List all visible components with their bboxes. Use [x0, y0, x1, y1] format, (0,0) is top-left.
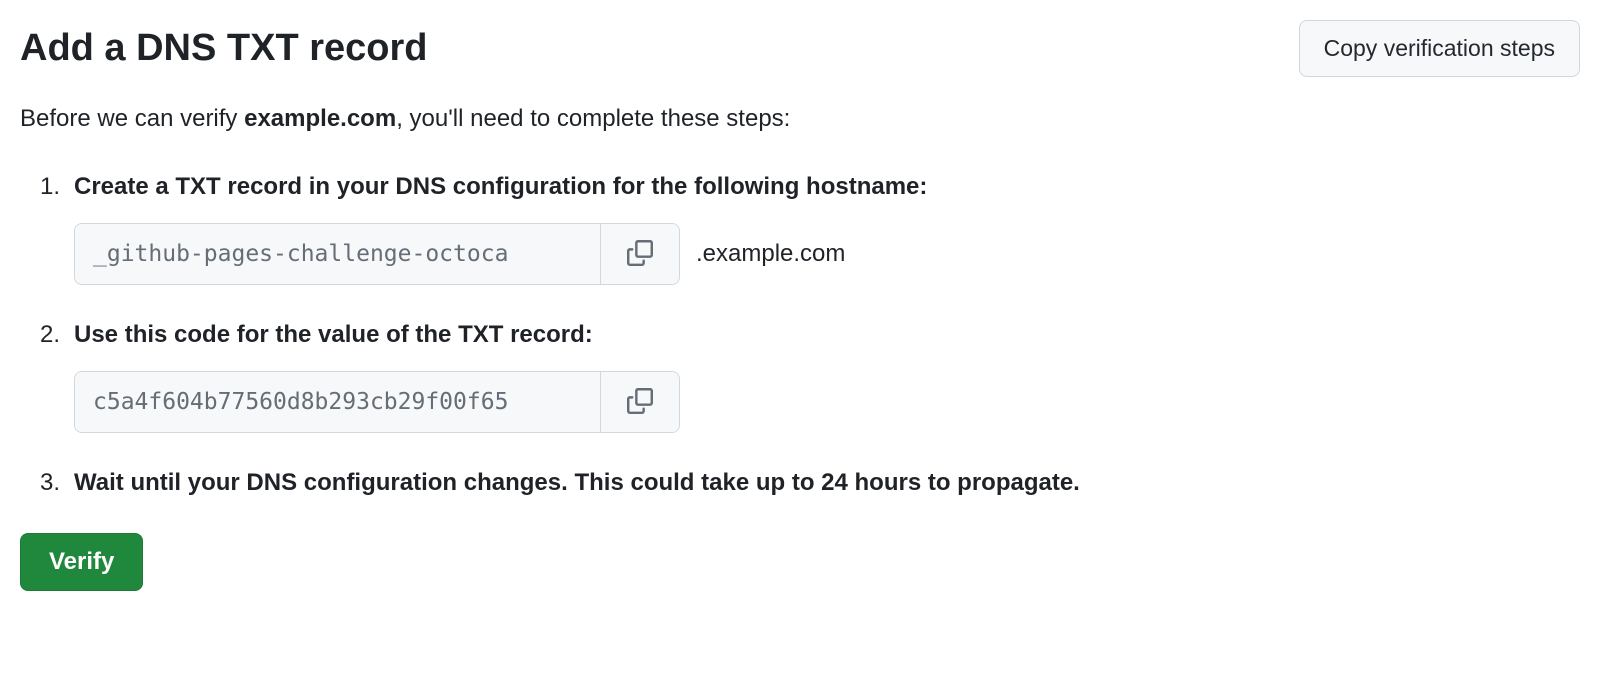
- step-3-heading: Wait until your DNS configuration change…: [74, 469, 1580, 497]
- copy-txt-code-button[interactable]: [600, 372, 679, 432]
- intro-before: Before we can verify: [20, 105, 244, 132]
- page-title: Add a DNS TXT record: [20, 27, 428, 70]
- intro-text: Before we can verify example.com, you'll…: [20, 105, 1580, 133]
- step-1: Create a TXT record in your DNS configur…: [40, 173, 1580, 285]
- hostname-input[interactable]: [75, 224, 600, 284]
- intro-domain: example.com: [244, 105, 396, 132]
- step-2: Use this code for the value of the TXT r…: [40, 321, 1580, 433]
- copy-icon: [627, 388, 653, 417]
- step-1-heading: Create a TXT record in your DNS configur…: [74, 173, 1580, 201]
- copy-hostname-button[interactable]: [600, 224, 679, 284]
- verify-button[interactable]: Verify: [20, 533, 143, 591]
- step-3: Wait until your DNS configuration change…: [40, 469, 1580, 497]
- step-2-heading: Use this code for the value of the TXT r…: [74, 321, 1580, 349]
- txt-code-input[interactable]: [75, 372, 600, 432]
- copy-verification-steps-button[interactable]: Copy verification steps: [1299, 20, 1580, 77]
- hostname-domain-suffix: .example.com: [696, 240, 845, 268]
- steps-list: Create a TXT record in your DNS configur…: [20, 173, 1580, 497]
- hostname-copy-field: [74, 223, 680, 285]
- copy-icon: [627, 240, 653, 269]
- intro-after: , you'll need to complete these steps:: [396, 105, 790, 132]
- txt-code-copy-field: [74, 371, 680, 433]
